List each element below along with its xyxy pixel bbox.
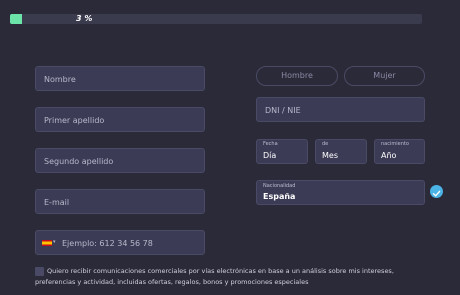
birth-day-label: Fecha [263, 141, 278, 147]
nationality-select[interactable]: Nacionalidad España [256, 180, 425, 205]
birth-month-label: de [322, 141, 329, 147]
nombre-input[interactable] [36, 68, 204, 91]
email-field[interactable] [35, 189, 205, 214]
consent-text: Quiero recibir comunicaciones comerciale… [35, 267, 394, 286]
birth-month-select[interactable]: de Mes [315, 139, 367, 164]
birth-day-value: Día [263, 151, 277, 160]
nationality-value: España [263, 192, 296, 201]
primer-apellido-field[interactable] [35, 107, 205, 132]
progress-bar-fill [10, 14, 22, 24]
progress-bar [10, 14, 422, 24]
progress-percent: 3 % [76, 14, 93, 23]
birth-year-select[interactable]: nacimiento Año [374, 139, 425, 164]
gender-female-button[interactable]: Mujer [344, 66, 425, 86]
birth-year-value: Año [381, 151, 397, 160]
gender-male-button[interactable]: Hombre [256, 66, 338, 86]
checkmark-icon [432, 190, 441, 197]
phone-field[interactable]: ▾ [35, 230, 205, 255]
dni-field[interactable] [256, 97, 425, 122]
check-circle-icon [430, 185, 443, 198]
email-input[interactable] [36, 191, 204, 214]
dni-input[interactable] [257, 99, 424, 122]
birth-day-select[interactable]: Fecha Día [256, 139, 308, 164]
nombre-field[interactable] [35, 66, 205, 91]
birth-year-label: nacimiento [381, 141, 409, 147]
nationality-label: Nacionalidad [263, 183, 296, 189]
primer-apellido-input[interactable] [36, 109, 204, 132]
birth-month-value: Mes [322, 151, 338, 160]
spain-flag-icon[interactable] [42, 240, 52, 246]
phone-input[interactable] [36, 232, 204, 255]
segundo-apellido-field[interactable] [35, 148, 205, 173]
segundo-apellido-input[interactable] [36, 150, 204, 173]
chevron-down-icon[interactable]: ▾ [53, 239, 56, 245]
